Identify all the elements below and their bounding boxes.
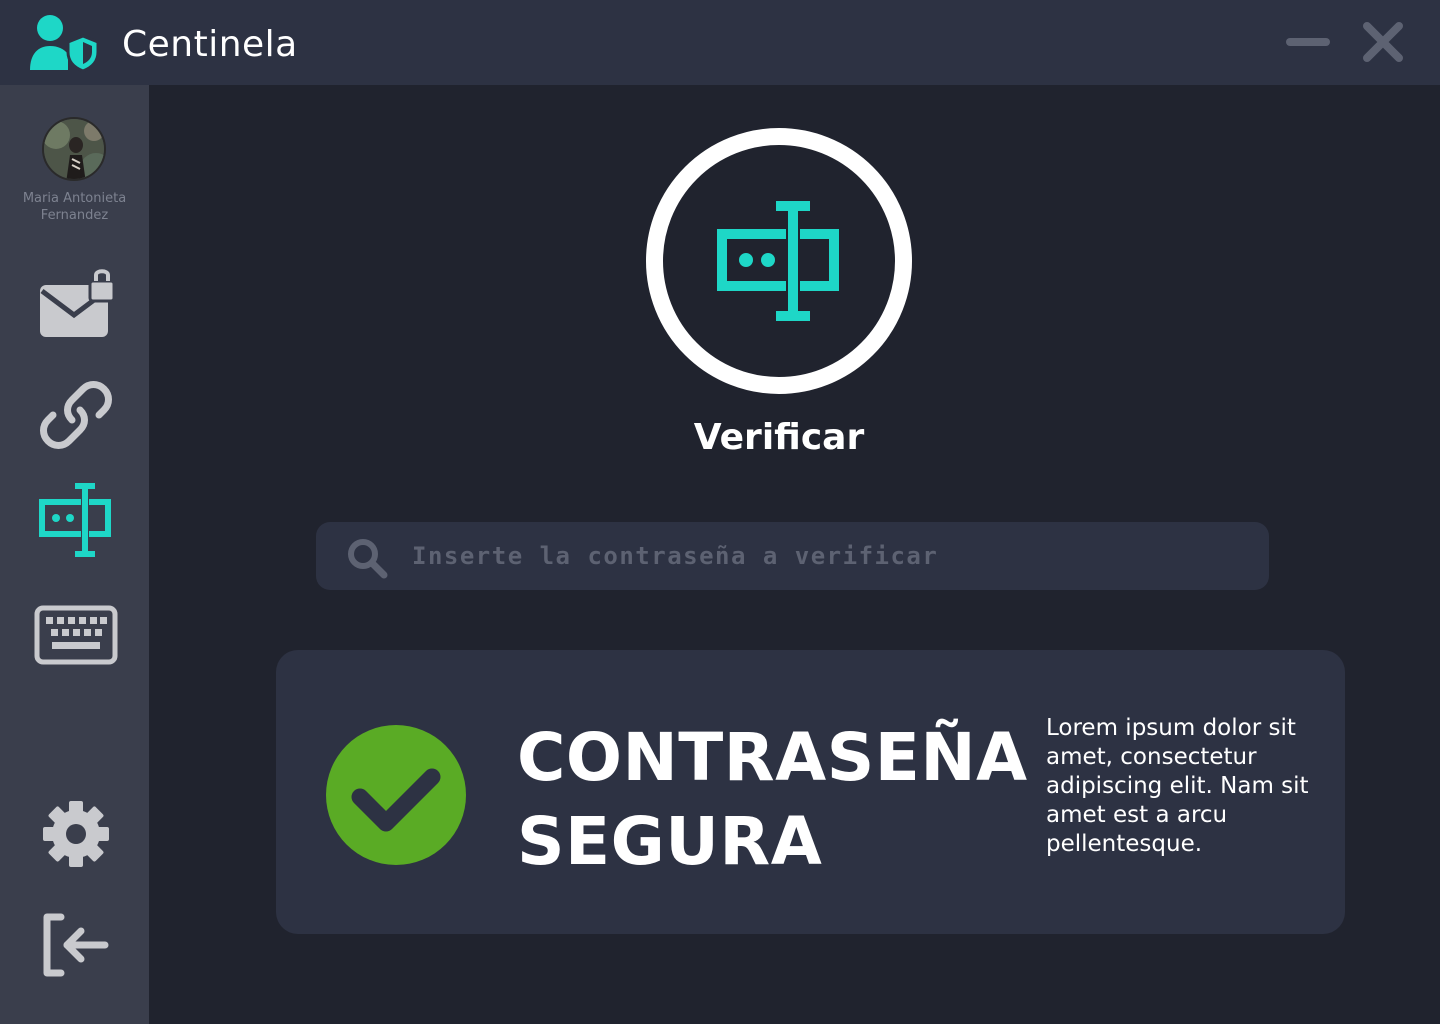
- password-search-bar: [316, 522, 1269, 590]
- main-content: Verificar CONTRASEÑA SEGURA Lorem ipsum …: [149, 85, 1440, 1024]
- avatar-photo: [44, 119, 104, 179]
- result-title-line2: SEGURA: [517, 803, 823, 880]
- title-bar: Centinela: [0, 0, 1440, 85]
- minimize-button[interactable]: [1286, 22, 1330, 62]
- sidebar-item-logout[interactable]: [26, 900, 126, 990]
- user-shield-icon: [30, 15, 100, 72]
- result-description: Lorem ipsum dolor sit amet, consectetur …: [1046, 715, 1309, 857]
- user-name-line2: Fernandez: [40, 208, 109, 223]
- sidebar-item-settings[interactable]: [26, 789, 126, 879]
- logout-icon: [43, 913, 109, 977]
- result-title: CONTRASEÑA SEGURA: [517, 716, 1028, 884]
- password-input[interactable]: [412, 522, 1242, 590]
- user-name-line1: Maria Antonieta: [22, 191, 127, 206]
- verify-hero-badge: [646, 128, 912, 394]
- user-name: Maria Antonieta Fernandez: [0, 190, 149, 224]
- sidebar-item-links[interactable]: [26, 370, 126, 460]
- sidebar-item-password-check[interactable]: [26, 475, 126, 565]
- avatar[interactable]: [42, 117, 106, 181]
- sidebar: Maria Antonieta Fernandez: [0, 85, 149, 1024]
- result-card: CONTRASEÑA SEGURA Lorem ipsum dolor sit …: [276, 650, 1345, 934]
- result-title-line1: CONTRASEÑA: [517, 719, 1028, 796]
- password-field-icon: [717, 201, 839, 321]
- page-title: Verificar: [693, 417, 865, 458]
- gear-icon: [43, 801, 109, 867]
- sidebar-item-keyboard[interactable]: [26, 590, 126, 680]
- password-field-icon: [39, 483, 111, 557]
- keyboard-icon: [34, 605, 118, 665]
- mail-lock-icon: [40, 269, 116, 337]
- minimize-icon: [1286, 38, 1330, 46]
- close-button[interactable]: [1361, 22, 1405, 62]
- app-title: Centinela: [122, 24, 298, 65]
- link-icon: [40, 381, 112, 449]
- close-icon: [1363, 22, 1403, 62]
- sidebar-item-email-security[interactable]: [26, 260, 126, 350]
- check-circle-icon: [326, 725, 466, 865]
- search-icon: [348, 539, 388, 579]
